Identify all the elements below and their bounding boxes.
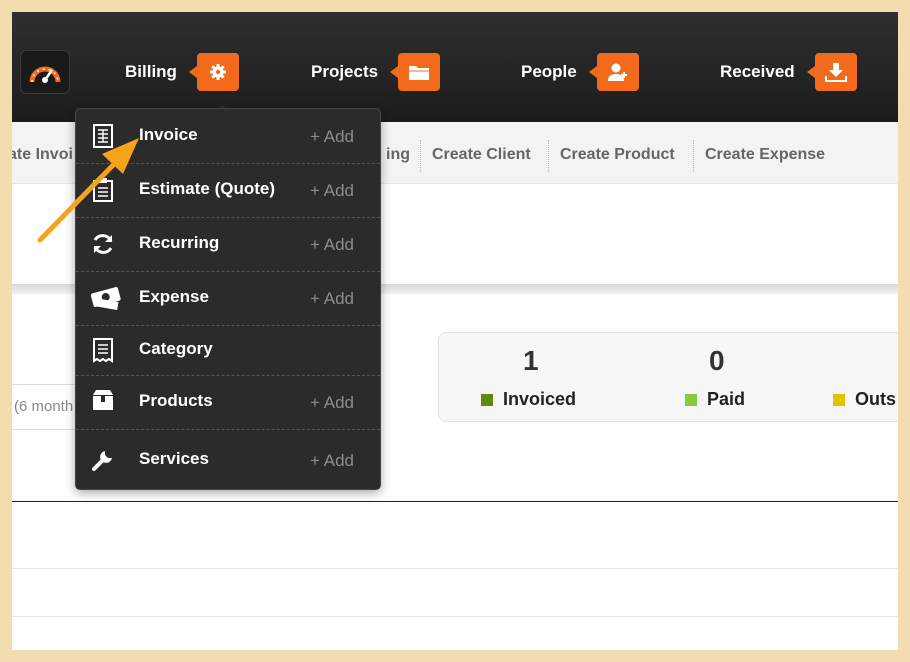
app-frame: Billing Projects People Received ate Inv…	[12, 12, 898, 650]
annotation-arrow	[37, 138, 139, 243]
